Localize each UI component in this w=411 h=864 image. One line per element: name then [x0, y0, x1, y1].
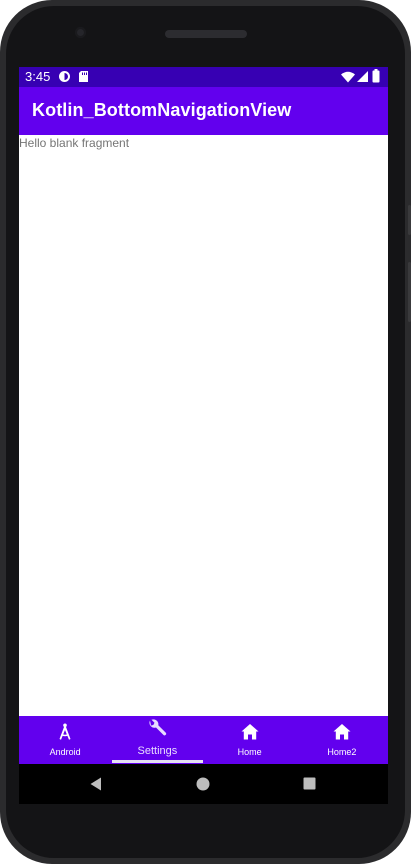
wrench-icon: [147, 719, 167, 739]
nav-label-android: Android: [49, 747, 81, 757]
status-bar: 3:45: [19, 67, 388, 87]
home-icon: [240, 722, 260, 742]
nav-item-settings[interactable]: Settings: [111, 716, 203, 764]
recents-icon[interactable]: [303, 777, 316, 795]
bottom-navigation: Android Settings Home Home2: [19, 716, 388, 764]
nav-label-home: Home: [237, 747, 262, 757]
compass-icon: [55, 722, 75, 742]
home-icon: [332, 722, 352, 742]
home-circle-icon[interactable]: [196, 777, 210, 796]
nav-item-home2[interactable]: Home2: [296, 716, 388, 764]
battery-icon: [372, 69, 380, 88]
system-navigation-bar: [19, 764, 388, 804]
status-time: 3:45: [25, 69, 51, 84]
app-title: Kotlin_BottomNavigationView: [32, 100, 292, 120]
sd-card-icon: [78, 70, 89, 88]
nav-label-settings: Settings: [137, 745, 178, 757]
app-bar: Kotlin_BottomNavigationView: [19, 87, 388, 135]
back-icon[interactable]: [89, 776, 103, 797]
nav-item-home[interactable]: Home: [204, 716, 296, 764]
signal-icon: [357, 70, 368, 88]
front-camera: [75, 27, 86, 38]
device-screen: 3:45 Kotlin_BottomNavigationView Hello b…: [19, 67, 388, 764]
wifi-icon: [341, 70, 355, 88]
earpiece-speaker: [165, 30, 247, 38]
fragment-message: Hello blank fragment: [19, 136, 130, 150]
nav-label-home2: Home2: [327, 747, 357, 757]
data-saver-icon: [58, 70, 71, 88]
ripple-indicator: [112, 760, 203, 763]
nav-item-android[interactable]: Android: [19, 716, 111, 764]
fragment-container: Hello blank fragment: [19, 135, 388, 716]
